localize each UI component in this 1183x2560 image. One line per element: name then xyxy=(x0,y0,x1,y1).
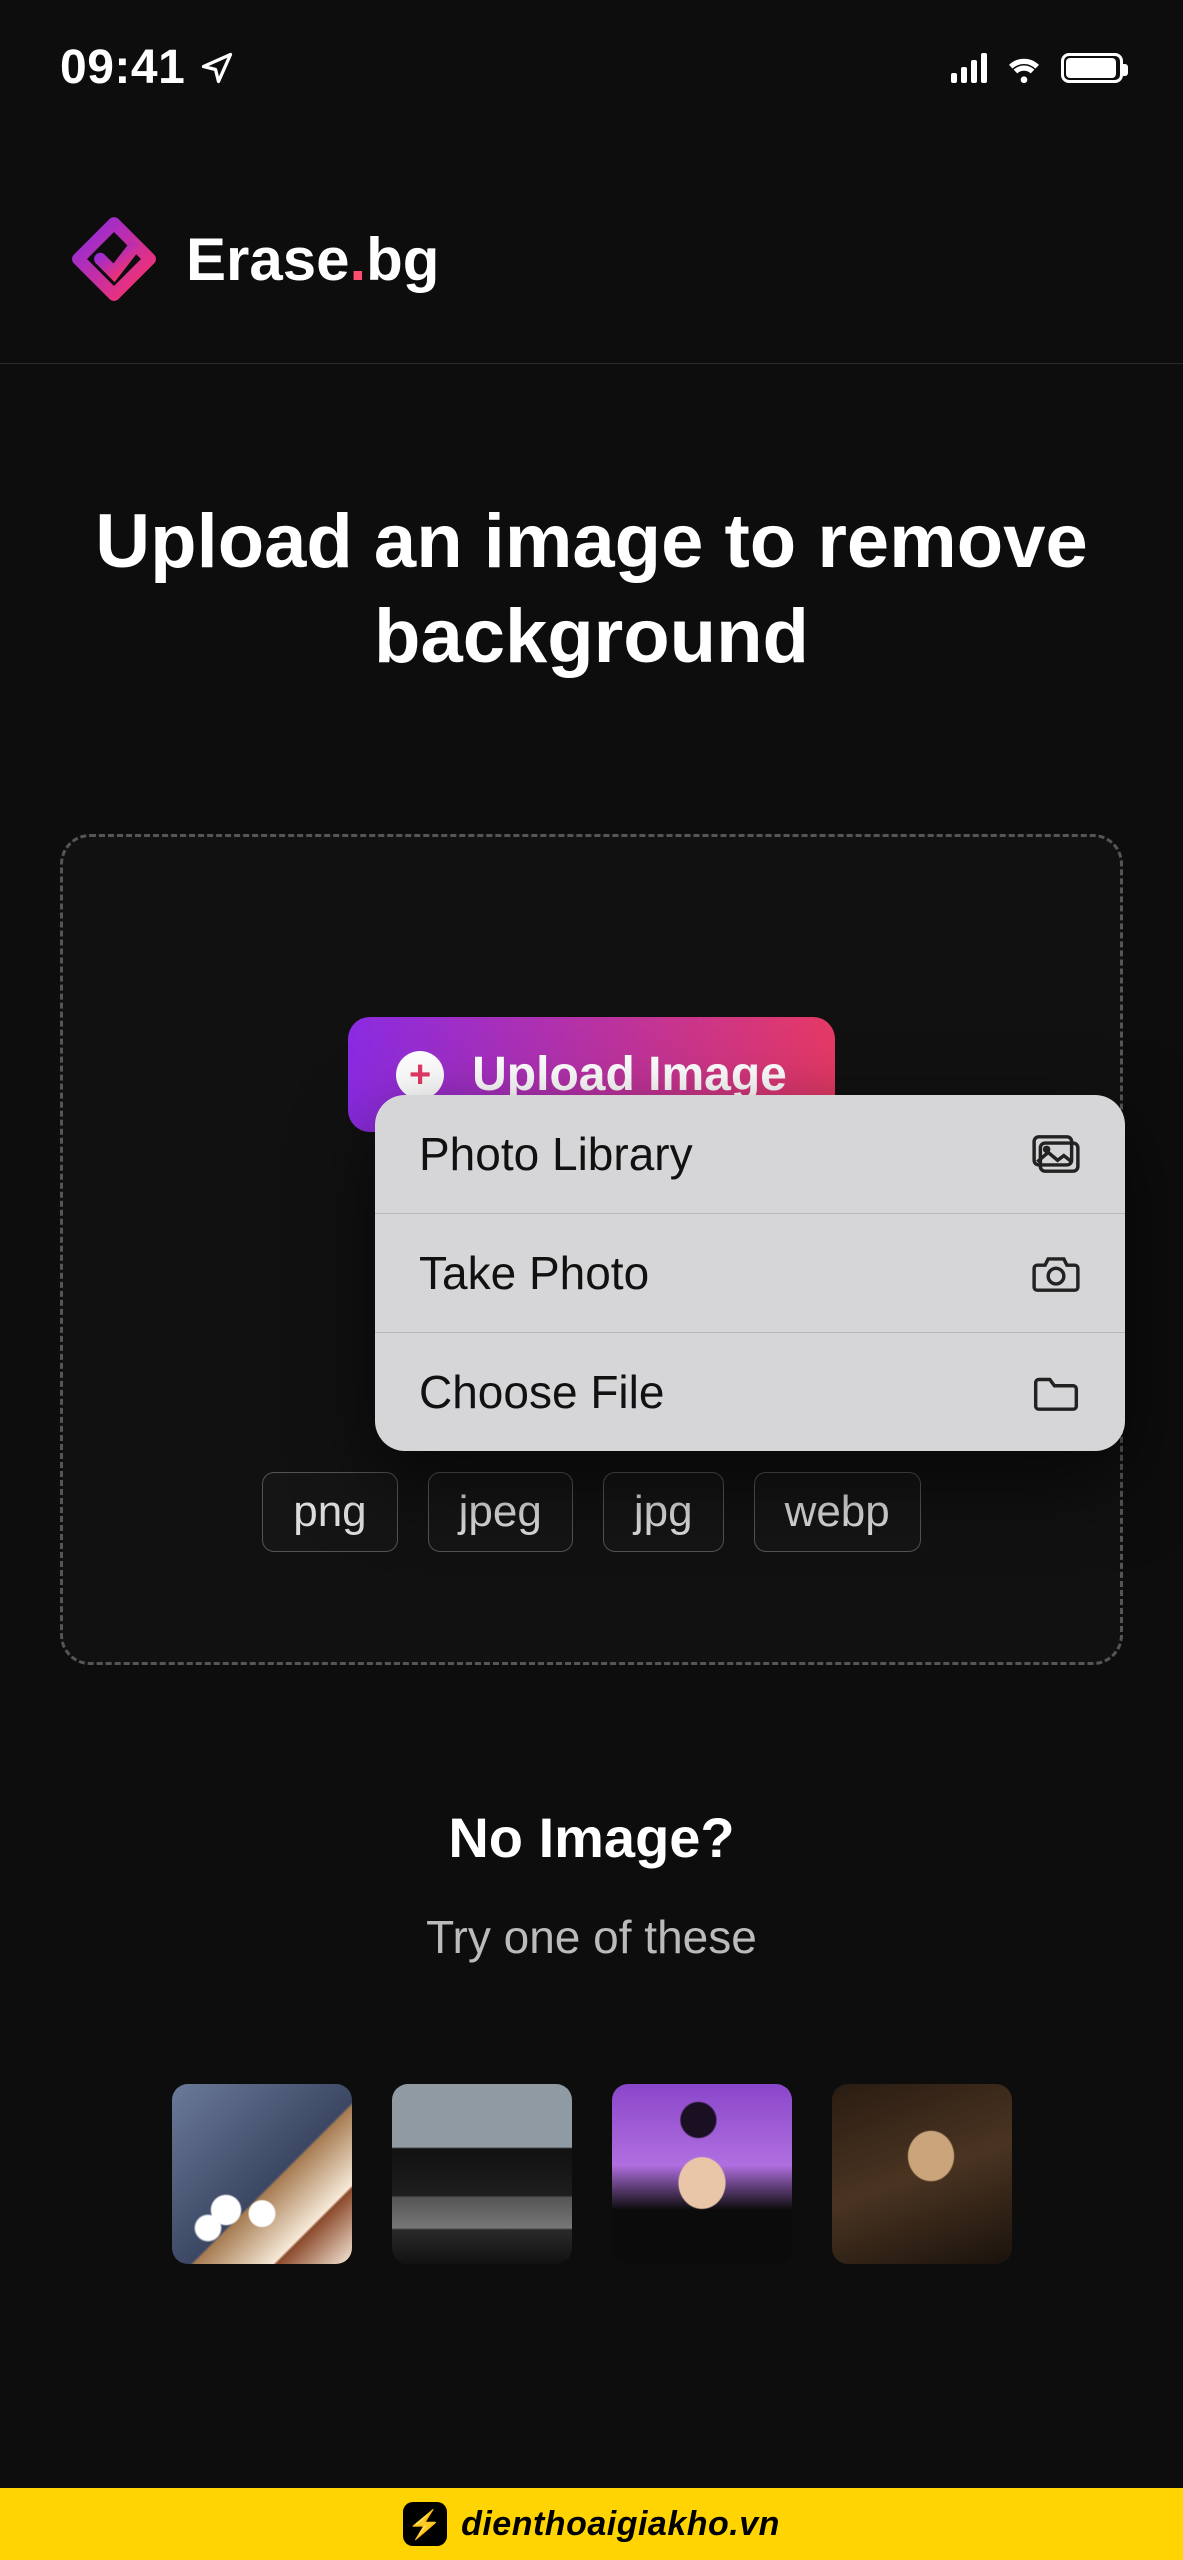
status-bar: 09:41 xyxy=(0,0,1183,125)
status-right xyxy=(951,53,1123,83)
plus-icon: + xyxy=(396,1051,444,1099)
brand-name: Erase.bg xyxy=(186,225,439,294)
app-header: Erase.bg xyxy=(0,125,1183,364)
format-chips: png jpeg jpg webp xyxy=(93,1472,1090,1552)
menu-item-label: Choose File xyxy=(419,1365,664,1419)
menu-item-choose-file[interactable]: Choose File xyxy=(375,1333,1125,1451)
sample-images-row xyxy=(0,2084,1183,2264)
sample-image[interactable] xyxy=(612,2084,792,2264)
format-chip: jpeg xyxy=(428,1472,573,1552)
footer-text: dienthoaigiakho.vn xyxy=(461,2505,780,2544)
location-icon xyxy=(199,50,235,86)
photo-library-icon xyxy=(1031,1133,1081,1175)
footer-banner[interactable]: ⚡ dienthoaigiakho.vn xyxy=(0,2488,1183,2560)
wifi-icon xyxy=(1005,53,1043,83)
status-left: 09:41 xyxy=(60,40,235,95)
menu-item-take-photo[interactable]: Take Photo xyxy=(375,1214,1125,1333)
upload-button-label: Upload Image xyxy=(472,1047,787,1102)
folder-icon xyxy=(1031,1371,1081,1413)
format-chip: jpg xyxy=(603,1472,724,1552)
battery-icon xyxy=(1061,53,1123,83)
app-logo-icon xyxy=(70,215,158,303)
no-image-heading: No Image? xyxy=(0,1805,1183,1870)
upload-source-menu: Photo Library Take Photo Choose File xyxy=(375,1095,1125,1451)
camera-icon xyxy=(1031,1252,1081,1294)
brand-suffix: bg xyxy=(366,226,439,293)
footer-badge-icon: ⚡ xyxy=(403,2502,447,2546)
menu-item-label: Photo Library xyxy=(419,1127,693,1181)
format-chip: webp xyxy=(754,1472,921,1552)
menu-item-photo-library[interactable]: Photo Library xyxy=(375,1095,1125,1214)
sample-image[interactable] xyxy=(832,2084,1012,2264)
cellular-signal-icon xyxy=(951,53,987,83)
status-time: 09:41 xyxy=(60,40,185,95)
menu-item-label: Take Photo xyxy=(419,1246,649,1300)
format-chip: png xyxy=(262,1472,397,1552)
sample-image[interactable] xyxy=(392,2084,572,2264)
brand-main: Erase xyxy=(186,226,349,293)
sample-image[interactable] xyxy=(172,2084,352,2264)
no-image-sub: Try one of these xyxy=(0,1910,1183,1964)
page-title: Upload an image to remove background xyxy=(0,364,1183,744)
